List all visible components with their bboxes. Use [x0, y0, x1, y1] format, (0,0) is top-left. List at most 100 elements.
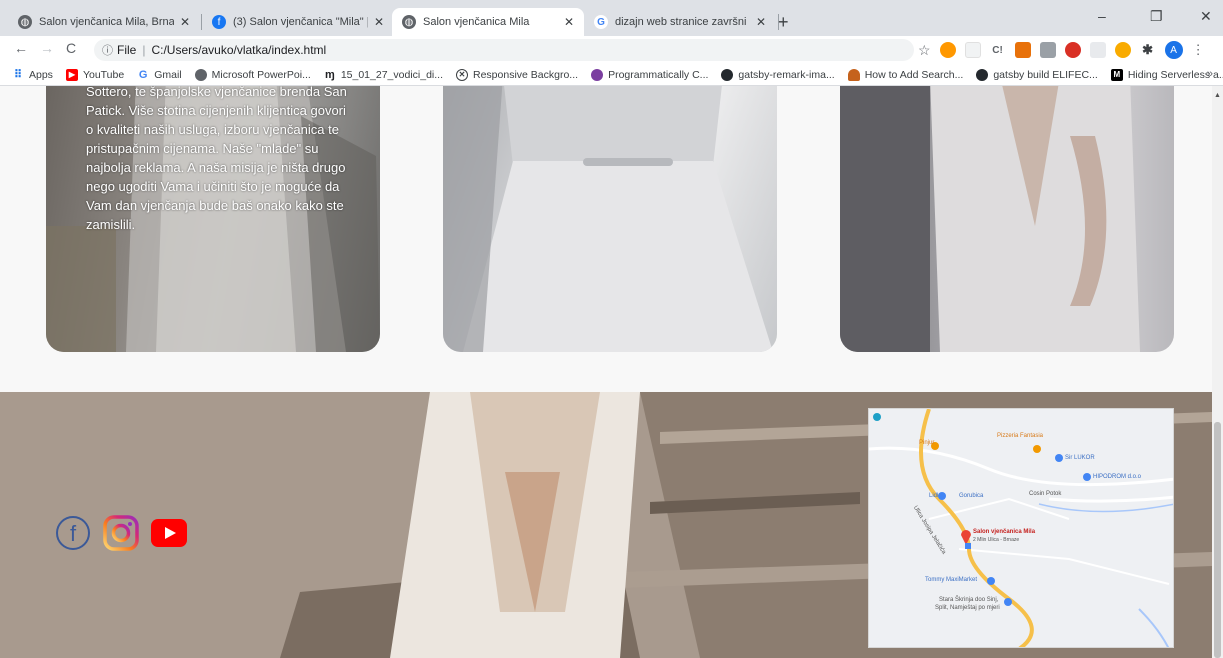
facebook-icon: f	[212, 15, 226, 29]
new-tab-button[interactable]: +	[778, 12, 789, 33]
close-icon[interactable]: ✕	[374, 15, 384, 29]
bookmark-vodici[interactable]: ɱ 15_01_27_vodici_di...	[323, 68, 443, 81]
instagram-icon[interactable]	[102, 514, 140, 552]
person-icon	[847, 68, 860, 81]
profile-avatar[interactable]: A	[1164, 41, 1183, 59]
minimize-button[interactable]: –	[1098, 8, 1106, 24]
globe-icon: ◍	[402, 15, 416, 29]
scroll-up-arrow-icon[interactable]: ▲	[1214, 92, 1221, 99]
dress-photo-3	[840, 86, 1140, 352]
x-circle-icon: ✕	[456, 68, 468, 81]
map-label-pinjur: Pinjur	[919, 440, 935, 446]
map-label-skrinja-line2: Split, Namještaj po mjeri	[935, 605, 1000, 611]
close-icon[interactable]: ✕	[564, 15, 574, 29]
tab-google-search[interactable]: G dizajn web stranice završni rad - ✕	[584, 8, 776, 36]
location-map[interactable]: Pizzeria Fantasia Pinjur Sir LUKOR HIPOD…	[868, 408, 1174, 648]
purple-icon	[591, 68, 604, 81]
extension-2-icon[interactable]	[964, 42, 981, 58]
medium-icon: M	[1110, 68, 1123, 81]
extension-4-icon[interactable]	[1014, 42, 1031, 58]
footer-section: f Pizzeria Fantasia Pinjur Sir LUKOR HIP…	[0, 392, 1212, 658]
tab-title: Salon vjenčanica Mila, Brnaze - S	[39, 16, 174, 28]
bookmark-label: Gmail	[154, 68, 182, 81]
close-icon[interactable]: ✕	[756, 15, 766, 29]
google-icon: G	[594, 15, 608, 29]
menu-icon[interactable]: ⋮	[1192, 42, 1205, 58]
facebook-icon[interactable]: f	[54, 514, 92, 552]
bookmark-gatsby-build[interactable]: gatsby build ELIFEC...	[976, 68, 1098, 81]
bookmark-programmatically[interactable]: Programmatically C...	[591, 68, 709, 81]
youtube-icon[interactable]	[150, 514, 188, 552]
github-icon	[721, 68, 734, 81]
globe-icon	[194, 68, 207, 81]
bookmark-youtube[interactable]: ▶ YouTube	[65, 68, 125, 81]
map-label-lidl: Lidl	[929, 493, 939, 499]
extension-3-icon[interactable]: C!	[989, 42, 1006, 58]
scrollbar-thumb[interactable]	[1214, 422, 1221, 658]
bookmark-responsive[interactable]: ✕ Responsive Backgro...	[456, 68, 579, 81]
bookmark-label: YouTube	[82, 68, 125, 81]
forward-button[interactable]: →	[40, 40, 54, 56]
gallery-card-3	[840, 86, 1174, 352]
bookmark-label: Programmatically C...	[608, 68, 709, 81]
bookmark-label: 15_01_27_vodici_di...	[340, 68, 443, 81]
bookmark-add-search[interactable]: How to Add Search...	[847, 68, 964, 81]
info-icon[interactable]: ⓘ	[102, 42, 113, 58]
tab-title: dizajn web stranice završni rad -	[615, 16, 750, 28]
gallery-card-2	[443, 86, 777, 352]
maximize-button[interactable]: ❐	[1150, 8, 1163, 25]
map-label-skrinja-line1: Stara Škrinja doo Sinj,	[939, 597, 999, 603]
globe-icon: ◍	[18, 15, 32, 29]
map-label-cosin-potok: Cosin Potok	[1029, 491, 1062, 497]
bookmark-label: How to Add Search...	[864, 68, 964, 81]
extension-6-icon[interactable]	[1064, 42, 1081, 58]
tab-title: Salon vjenčanica Mila	[423, 16, 530, 28]
bookmark-label: Apps	[29, 68, 53, 81]
tab-facebook[interactable]: f (3) Salon vjenčanica "Mila" | Face ✕	[202, 8, 394, 36]
dress-photo-2	[443, 86, 773, 352]
extensions-puzzle-icon[interactable]: ✱	[1139, 42, 1156, 58]
map-label-salon: Salon vjenčanica Mila	[973, 529, 1036, 535]
page-scrollbar[interactable]: ▲	[1212, 86, 1223, 658]
extension-8-icon[interactable]	[1114, 42, 1131, 58]
bookmark-gatsby-remark[interactable]: gatsby-remark-ima...	[721, 68, 835, 81]
map-label-sir-lukor: Sir LUKOR	[1065, 455, 1095, 461]
bookmark-star-icon[interactable]: ☆	[918, 42, 931, 59]
bookmark-powerpoint[interactable]: Microsoft PowerPoi...	[194, 68, 311, 81]
browser-toolbar: ← → C ⓘ File | C:/Users/avuko/vlatka/ind…	[0, 36, 1223, 64]
svg-text:f: f	[70, 521, 77, 546]
map-label-tommy: Tommy MaxiMarket	[925, 577, 978, 583]
tab-salon-active[interactable]: ◍ Salon vjenčanica Mila ✕	[392, 8, 584, 36]
gallery-card-1: Sottero, te španjolske vjenčanice brenda…	[46, 86, 380, 352]
apps-grid-icon: ⠿	[12, 68, 24, 81]
bookmark-apps[interactable]: ⠿ Apps	[12, 68, 53, 81]
about-text: Sottero, te španjolske vjenčanice brenda…	[86, 86, 347, 232]
reload-button[interactable]: C	[66, 40, 76, 56]
map-label-gorubica: Gorubica	[959, 493, 984, 499]
close-icon[interactable]: ✕	[180, 15, 190, 29]
bookmarks-bar: ⠿ Apps ▶ YouTube G Gmail Microsoft Power…	[0, 64, 1223, 86]
url-text: C:/Users/avuko/vlatka/index.html	[151, 43, 327, 57]
social-links: f	[54, 514, 188, 552]
tab-salon-brnaze[interactable]: ◍ Salon vjenčanica Mila, Brnaze - S ✕	[8, 8, 200, 36]
close-window-button[interactable]: ✕	[1200, 8, 1212, 25]
map-label-salon-address: 2 Mlin Ulica - Brnaze	[973, 537, 1020, 543]
github-icon	[976, 68, 989, 81]
bookmarks-overflow-button[interactable]: »	[1207, 68, 1213, 80]
bookmark-gmail[interactable]: G Gmail	[137, 68, 182, 81]
bookmark-label: Responsive Backgro...	[473, 68, 579, 81]
back-button[interactable]: ←	[14, 40, 28, 56]
m-icon: ɱ	[323, 68, 336, 81]
bookmark-label: gatsby-remark-ima...	[738, 68, 835, 81]
map-label-hipodrom: HIPODROM d.o.o	[1093, 474, 1142, 480]
extension-1-icon[interactable]	[939, 42, 956, 58]
map-label-pizzeria: Pizzeria Fantasia	[997, 433, 1044, 439]
extension-5-icon[interactable]	[1039, 42, 1056, 58]
bookmark-label: gatsby build ELIFEC...	[993, 68, 1098, 81]
url-separator: |	[142, 43, 146, 57]
extension-7-icon[interactable]	[1089, 42, 1106, 58]
extensions-bar: ☆ C! ✱ A ⋮	[918, 41, 1205, 59]
address-bar[interactable]: ⓘ File | C:/Users/avuko/vlatka/index.htm…	[94, 39, 914, 61]
google-icon: G	[137, 68, 150, 81]
section-spacer	[0, 352, 1212, 392]
